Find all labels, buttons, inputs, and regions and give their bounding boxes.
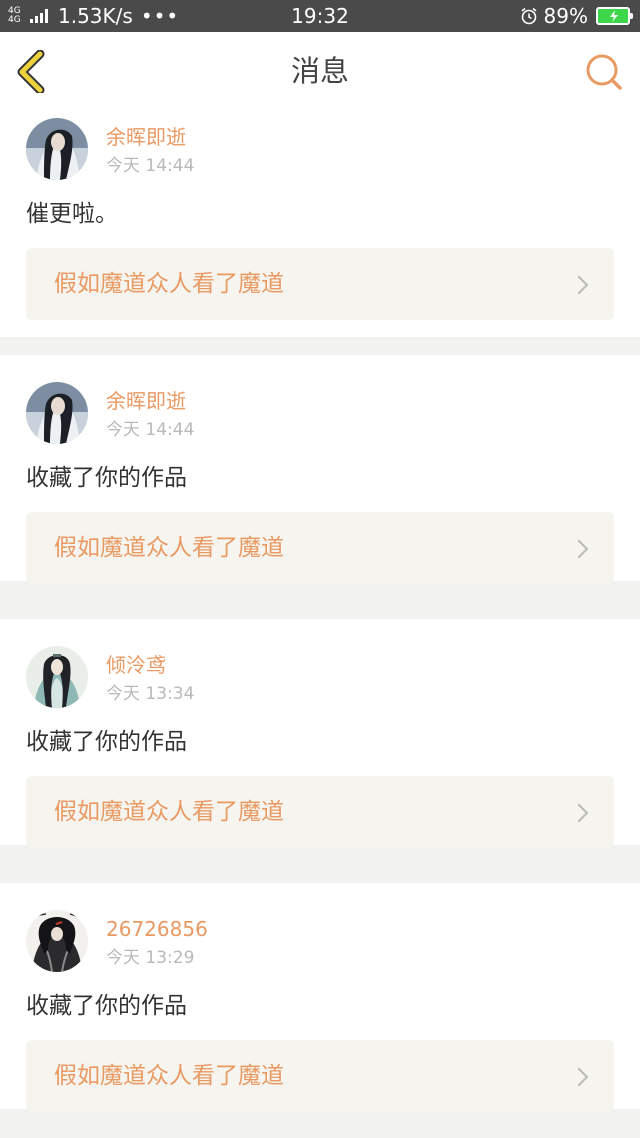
battery-percent: 89%	[543, 4, 588, 28]
page-title: 消息	[290, 54, 349, 88]
list-item: 余晖即逝 今天 14:44 催更啦。 假如魔道众人看了魔道	[0, 93, 640, 337]
search-icon[interactable]	[584, 52, 624, 92]
avatar[interactable]	[26, 646, 88, 708]
message-time: 今天 13:34	[106, 684, 195, 704]
work-link[interactable]: 假如魔道众人看了魔道	[26, 248, 614, 320]
chevron-right-icon	[577, 1067, 589, 1087]
status-right: 89%	[520, 4, 633, 28]
message-text: 收藏了你的作品	[26, 465, 187, 491]
work-title: 假如魔道众人看了魔道	[54, 271, 284, 297]
avatar[interactable]	[26, 910, 88, 972]
list-item: 26726856 今天 13:29 收藏了你的作品 假如魔道众人看了魔道	[0, 883, 640, 1112]
work-title: 假如魔道众人看了魔道	[54, 535, 284, 561]
battery-charging-icon	[596, 7, 633, 25]
message-text: 收藏了你的作品	[26, 993, 187, 1019]
message-time: 今天 13:29	[106, 948, 195, 968]
message-text: 收藏了你的作品	[26, 729, 187, 755]
status-bar: 4G 4G 1.53K/s ••• 19:32 89%	[0, 0, 640, 32]
avatar[interactable]	[26, 382, 88, 444]
user-name[interactable]: 余晖即逝	[106, 125, 186, 149]
alarm-icon	[521, 7, 537, 25]
user-name[interactable]: 倾泠鸢	[106, 653, 166, 677]
work-link[interactable]: 假如魔道众人看了魔道	[26, 776, 614, 848]
user-name[interactable]: 26726856	[106, 917, 208, 941]
work-title: 假如魔道众人看了魔道	[54, 799, 284, 825]
work-link[interactable]: 假如魔道众人看了魔道	[26, 512, 614, 584]
message-text: 催更啦。	[26, 201, 118, 227]
avatar[interactable]	[26, 118, 88, 180]
chevron-right-icon	[577, 275, 589, 295]
chevron-right-icon	[577, 803, 589, 823]
chevron-right-icon	[577, 539, 589, 559]
work-link[interactable]: 假如魔道众人看了魔道	[26, 1040, 614, 1112]
message-time: 今天 14:44	[106, 156, 195, 176]
message-time: 今天 14:44	[106, 420, 195, 440]
list-item: 倾泠鸢 今天 13:34 收藏了你的作品 假如魔道众人看了魔道	[0, 619, 640, 848]
list-item: 余晖即逝 今天 14:44 收藏了你的作品 假如魔道众人看了魔道	[0, 355, 640, 584]
work-title: 假如魔道众人看了魔道	[54, 1063, 284, 1089]
user-name[interactable]: 余晖即逝	[106, 389, 186, 413]
